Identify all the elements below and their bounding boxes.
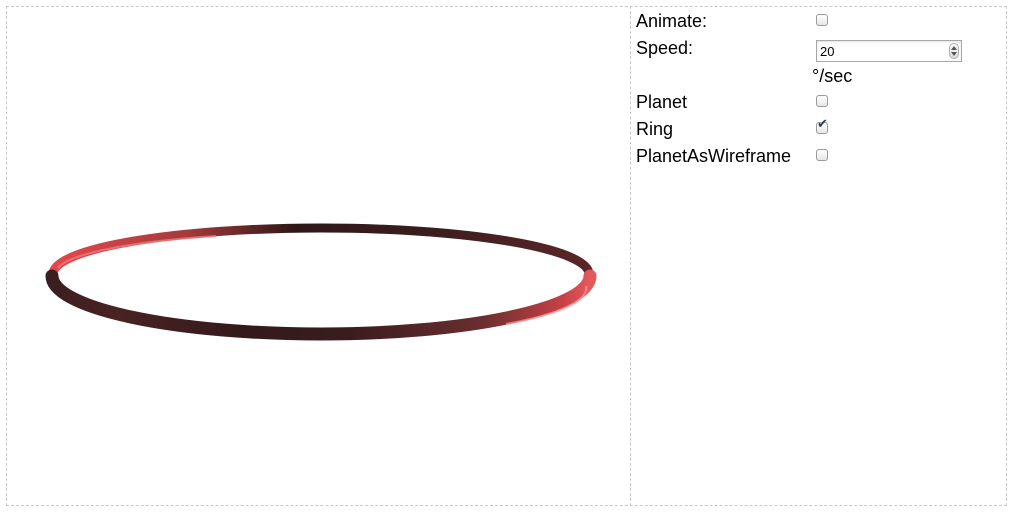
planet-checkbox[interactable] (816, 95, 828, 107)
stepper-down-icon[interactable] (951, 52, 957, 56)
speed-input-box[interactable] (816, 40, 962, 62)
ring-checkbox[interactable]: ✔ (816, 118, 828, 134)
speed-stepper[interactable] (949, 43, 959, 59)
speed-input[interactable] (817, 41, 940, 61)
speed-label: Speed: (636, 38, 694, 58)
checkmark-icon: ✔ (817, 117, 828, 132)
wireframe-label: PlanetAsWireframe (636, 146, 792, 166)
planet-label: Planet (636, 92, 688, 112)
ring-front-arc (45, 269, 597, 341)
3d-viewport[interactable] (6, 6, 631, 506)
ring-label: Ring (636, 119, 674, 139)
animate-checkbox[interactable] (816, 14, 828, 26)
stepper-up-icon[interactable] (951, 46, 957, 50)
ring-back-arc (48, 223, 594, 279)
wireframe-checkbox[interactable] (816, 149, 828, 161)
ring-render (45, 223, 597, 341)
speed-unit: °/sec (812, 66, 853, 86)
animate-label: Animate: (636, 11, 708, 31)
